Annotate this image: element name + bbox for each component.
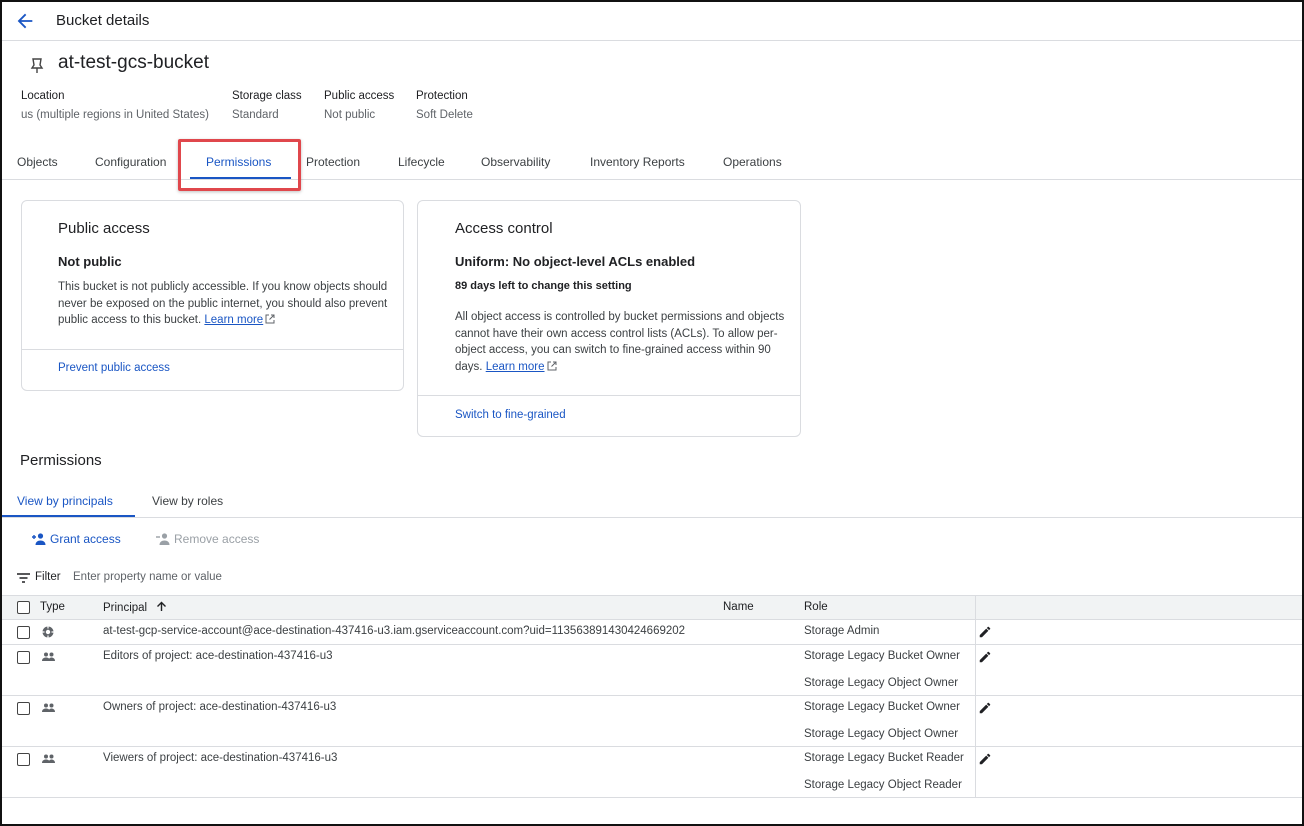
principal-cell: Viewers of project: ace-destination-4374… — [103, 752, 338, 764]
permissions-section-title: Permissions — [20, 452, 102, 469]
tab-view-by-principals[interactable]: View by principals — [17, 494, 113, 508]
learn-more-link[interactable]: Learn more — [204, 314, 263, 326]
access-control-card: Access control Uniform: No object-level … — [417, 200, 801, 437]
grant-access-label: Grant access — [50, 532, 121, 546]
meta-value: us (multiple regions in United States) — [21, 109, 209, 121]
external-link-icon — [547, 361, 557, 370]
meta-label: Storage class — [232, 90, 302, 102]
add-person-icon — [32, 533, 46, 545]
edit-pencil-icon[interactable] — [978, 650, 992, 664]
role-cell: Storage Legacy Object Owner — [804, 677, 959, 689]
tab-protection[interactable]: Protection — [306, 155, 360, 169]
filter-icon — [17, 573, 30, 583]
row-checkbox[interactable] — [17, 702, 30, 715]
learn-more-link[interactable]: Learn more — [486, 361, 545, 373]
col-principal-label: Principal — [103, 602, 148, 614]
meta-storage-class: Storage class Standard — [232, 90, 302, 121]
principal-cell: Owners of project: ace-destination-43741… — [103, 701, 337, 713]
col-name[interactable]: Name — [723, 601, 754, 613]
filter-input[interactable] — [73, 569, 373, 585]
tab-observability[interactable]: Observability — [481, 155, 550, 169]
sort-arrow-up-icon — [157, 601, 167, 611]
highlight-box — [178, 139, 301, 191]
role-cell: Storage Legacy Object Reader — [804, 779, 962, 791]
card-description: All object access is controlled by bucke… — [455, 309, 785, 375]
table-header: Type Principal Name Role — [2, 595, 1302, 621]
meta-location: Location us (multiple regions in United … — [21, 90, 209, 121]
tab-lifecycle[interactable]: Lifecycle — [398, 155, 445, 169]
active-subtab-indicator — [2, 515, 135, 517]
back-arrow-icon[interactable] — [14, 10, 36, 32]
row-checkbox[interactable] — [17, 651, 30, 664]
select-all-checkbox[interactable] — [17, 601, 30, 614]
card-divider — [22, 349, 403, 350]
table-row: at-test-gcp-service-account@ace-destinat… — [2, 620, 1302, 645]
meta-value: Soft Delete — [416, 109, 473, 121]
row-checkbox[interactable] — [17, 626, 30, 639]
edit-pencil-icon[interactable] — [978, 752, 992, 766]
meta-protection: Protection Soft Delete — [416, 90, 473, 121]
prevent-public-access-button[interactable]: Prevent public access — [58, 362, 170, 374]
meta-label: Location — [21, 90, 65, 102]
column-divider — [975, 596, 976, 621]
group-icon — [42, 754, 55, 763]
edit-pencil-icon[interactable] — [978, 625, 992, 639]
tab-inventory-reports[interactable]: Inventory Reports — [590, 155, 685, 169]
principal-cell: Editors of project: ace-destination-4374… — [103, 650, 333, 662]
remove-access-label: Remove access — [174, 532, 260, 546]
card-status: Uniform: No object-level ACLs enabled — [455, 254, 696, 269]
service-account-icon — [42, 626, 54, 638]
card-status: Not public — [58, 254, 122, 269]
meta-public-access: Public access Not public — [324, 90, 394, 121]
tab-configuration[interactable]: Configuration — [95, 155, 166, 169]
tab-view-by-roles[interactable]: View by roles — [152, 494, 223, 508]
permissions-subtabs: View by principals View by roles — [2, 488, 1302, 518]
meta-value: Standard — [232, 109, 279, 121]
switch-to-fine-grained-button[interactable]: Switch to fine-grained — [455, 409, 566, 421]
remove-person-icon — [156, 533, 170, 545]
tab-operations[interactable]: Operations — [723, 155, 782, 169]
top-bar: Bucket details — [2, 2, 1302, 41]
bucket-icon — [30, 58, 44, 73]
group-icon — [42, 703, 55, 712]
table-row: Viewers of project: ace-destination-4374… — [2, 747, 1302, 798]
days-left-text: 89 days left to change this setting — [455, 280, 632, 292]
card-title: Public access — [58, 220, 150, 237]
column-divider — [975, 747, 976, 797]
col-role[interactable]: Role — [804, 601, 828, 613]
edit-pencil-icon[interactable] — [978, 701, 992, 715]
grant-access-button[interactable]: Grant access — [32, 532, 121, 546]
column-divider — [975, 696, 976, 746]
card-description: This bucket is not publicly accessible. … — [58, 279, 392, 329]
principal-cell: at-test-gcp-service-account@ace-destinat… — [103, 625, 686, 637]
table-row: Editors of project: ace-destination-4374… — [2, 645, 1302, 696]
role-cell: Storage Legacy Object Owner — [804, 728, 959, 740]
group-icon — [42, 652, 55, 661]
role-cell: Storage Legacy Bucket Reader — [804, 752, 964, 764]
external-link-icon — [265, 314, 275, 324]
card-divider — [418, 395, 800, 396]
remove-access-button[interactable]: Remove access — [156, 532, 259, 546]
filter-label: Filter — [35, 571, 61, 583]
column-divider — [975, 645, 976, 695]
role-cell: Storage Legacy Bucket Owner — [804, 650, 960, 662]
role-cell: Storage Admin — [804, 625, 880, 637]
tab-objects[interactable]: Objects — [17, 155, 58, 169]
public-access-card: Public access Not public This bucket is … — [21, 200, 404, 391]
card-title: Access control — [455, 220, 553, 237]
page-title: Bucket details — [56, 12, 150, 29]
column-divider — [975, 620, 976, 644]
col-principal[interactable]: Principal — [103, 601, 167, 614]
meta-label: Public access — [324, 90, 395, 102]
table-row: Owners of project: ace-destination-43741… — [2, 696, 1302, 747]
bucket-name: at-test-gcs-bucket — [58, 52, 209, 73]
col-type[interactable]: Type — [40, 601, 65, 613]
row-checkbox[interactable] — [17, 753, 30, 766]
role-cell: Storage Legacy Bucket Owner — [804, 701, 960, 713]
meta-value: Not public — [324, 109, 376, 121]
meta-label: Protection — [416, 90, 468, 102]
